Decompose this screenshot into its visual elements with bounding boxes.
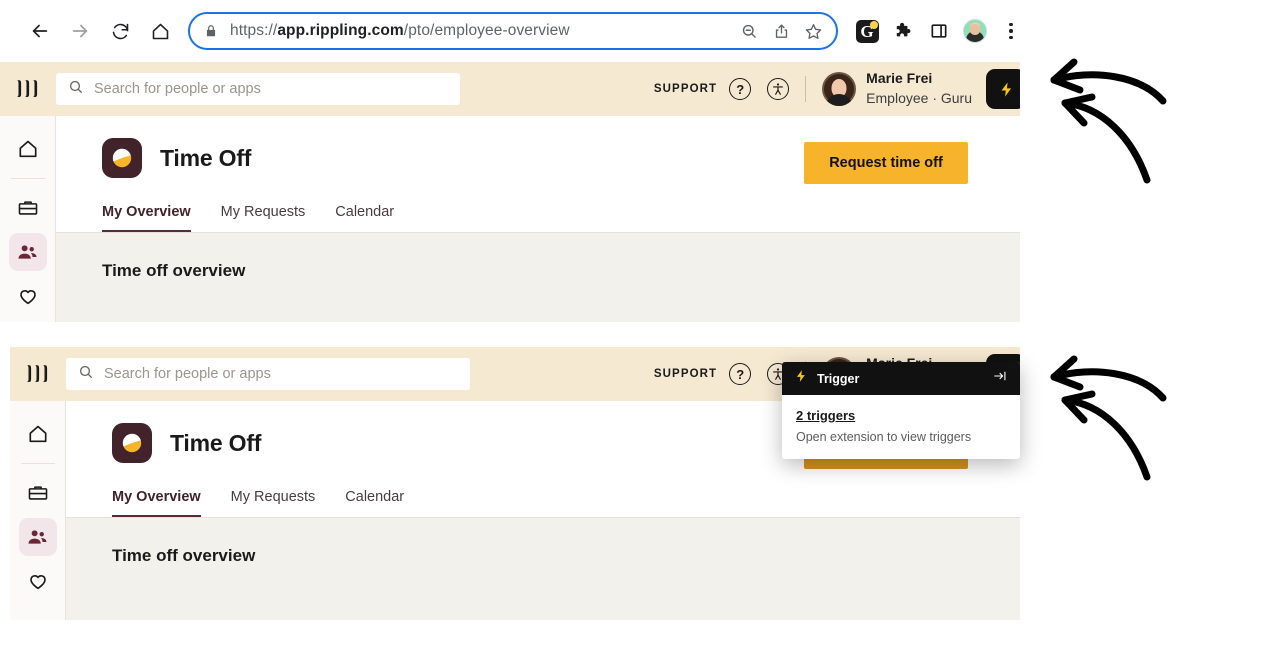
sidebar-divider-2 bbox=[20, 463, 55, 464]
three-dot-menu-icon[interactable] bbox=[996, 16, 1026, 46]
trigger-popover: Trigger 2 triggers Open extension to vie… bbox=[782, 362, 1020, 459]
sidebar-divider bbox=[10, 178, 45, 179]
address-bar[interactable]: https://app.rippling.com/pto/employee-ov… bbox=[188, 12, 838, 50]
annotation-arrows-bottom bbox=[1050, 355, 1167, 481]
grammarly-extension-icon[interactable]: G bbox=[852, 16, 882, 46]
tab-calendar[interactable]: Calendar bbox=[335, 204, 394, 232]
back-icon[interactable] bbox=[20, 11, 60, 51]
grammarly-badge-dot bbox=[869, 20, 878, 29]
arrowhead-3b bbox=[1050, 373, 1084, 391]
tab-my-requests[interactable]: My Requests bbox=[221, 204, 306, 232]
arrowhead-2 bbox=[1061, 93, 1096, 107]
popover-subtitle: Open extension to view triggers bbox=[796, 430, 972, 444]
sidebar-item-people[interactable] bbox=[8, 233, 47, 271]
arrowhead-4 bbox=[1061, 390, 1096, 404]
accessibility-icon[interactable] bbox=[767, 78, 790, 100]
beach-ball-icon bbox=[102, 138, 142, 178]
url-domain: app.rippling.com bbox=[277, 22, 404, 39]
header-divider bbox=[805, 76, 807, 102]
page-title: Time Off bbox=[160, 144, 252, 171]
request-time-off-button[interactable]: Request time off bbox=[804, 142, 968, 184]
search-icon-2 bbox=[78, 364, 94, 385]
tab-my-overview-2[interactable]: My Overview bbox=[112, 489, 201, 517]
annotation-arrows-top bbox=[1050, 58, 1167, 184]
popover-title: Trigger bbox=[817, 371, 860, 386]
arrowhead-1 bbox=[1050, 58, 1078, 84]
rippling-logo[interactable] bbox=[0, 79, 56, 99]
time-off-overview-section-2: Time off overview bbox=[66, 518, 1020, 620]
question-mark-icon[interactable]: ? bbox=[729, 78, 752, 100]
tab-to-end-icon[interactable] bbox=[992, 369, 1008, 388]
curved-arrow-pointing-left-2 bbox=[1061, 99, 1151, 184]
support-label-2[interactable]: SUPPORT bbox=[654, 368, 717, 380]
reload-icon[interactable] bbox=[100, 11, 140, 51]
trigger-extension-button[interactable] bbox=[986, 69, 1020, 109]
arrowhead-3 bbox=[1050, 355, 1078, 381]
forward-icon[interactable] bbox=[60, 11, 100, 51]
arrowhead-2b bbox=[1061, 99, 1088, 127]
app-sidebar-1 bbox=[0, 116, 56, 322]
sidebar-item-home-2[interactable] bbox=[19, 415, 57, 453]
zoom-out-icon[interactable] bbox=[734, 16, 764, 46]
arrowhead-1b bbox=[1050, 76, 1084, 94]
page-tabs-1: My Overview My Requests Calendar bbox=[56, 178, 1020, 233]
curved-arrow-pointing-left-3 bbox=[1050, 368, 1167, 402]
search-icon bbox=[68, 79, 84, 100]
popover-header: Trigger bbox=[782, 362, 1020, 395]
app-sidebar-2 bbox=[10, 401, 66, 620]
avatar[interactable] bbox=[822, 72, 857, 106]
lightning-bolt-icon bbox=[794, 369, 808, 388]
screenshot-canvas: https://app.rippling.com/pto/employee-ov… bbox=[0, 0, 1280, 650]
section-heading-2: Time off overview bbox=[112, 546, 256, 565]
page-title-2: Time Off bbox=[170, 429, 262, 456]
side-panel-icon[interactable] bbox=[924, 16, 954, 46]
triggers-count-link[interactable]: 2 triggers bbox=[796, 408, 1006, 423]
arrowhead-4b bbox=[1061, 396, 1088, 424]
home-icon[interactable] bbox=[140, 11, 180, 51]
tab-my-overview[interactable]: My Overview bbox=[102, 204, 191, 232]
user-role: Employee · Guru bbox=[866, 90, 972, 106]
app-header-right-1: SUPPORT ? Marie Frei Employee · Guru bbox=[654, 62, 1020, 116]
omnibox-actions bbox=[734, 16, 828, 46]
url-path: /pto/employee-overview bbox=[403, 22, 570, 39]
puzzle-piece-icon[interactable] bbox=[888, 16, 918, 46]
section-heading: Time off overview bbox=[102, 261, 246, 280]
browser-extension-icons: G bbox=[852, 16, 1026, 46]
rippling-logo-2[interactable] bbox=[10, 364, 66, 384]
curved-arrow-pointing-left-1 bbox=[1050, 71, 1167, 105]
chrome-profile-avatar[interactable] bbox=[960, 16, 990, 46]
tab-calendar-2[interactable]: Calendar bbox=[345, 489, 404, 517]
sidebar-item-benefits-2[interactable] bbox=[19, 562, 57, 600]
support-label[interactable]: SUPPORT bbox=[654, 83, 717, 95]
sidebar-item-benefits[interactable] bbox=[9, 277, 47, 315]
search-input-2[interactable]: Search for people or apps bbox=[66, 358, 470, 390]
url-text: https://app.rippling.com/pto/employee-ov… bbox=[230, 22, 734, 40]
sidebar-item-work-2[interactable] bbox=[19, 474, 57, 512]
app-content-1: Time Off Request time off My Overview My… bbox=[56, 116, 1020, 322]
sidebar-item-work[interactable] bbox=[9, 189, 47, 227]
sidebar-item-home[interactable] bbox=[9, 130, 47, 168]
curved-arrow-pointing-left-4 bbox=[1061, 396, 1151, 481]
search-input[interactable]: Search for people or apps bbox=[56, 73, 460, 105]
browser-toolbar: https://app.rippling.com/pto/employee-ov… bbox=[0, 0, 1027, 62]
app-header-1: Search for people or apps SUPPORT ? Mari… bbox=[0, 62, 1020, 116]
page-tabs-2: My Overview My Requests Calendar bbox=[66, 463, 1020, 518]
user-name: Marie Frei bbox=[866, 70, 933, 86]
app-body-1: Time Off Request time off My Overview My… bbox=[0, 116, 1020, 322]
search-placeholder-2: Search for people or apps bbox=[104, 366, 271, 382]
sidebar-item-people-2[interactable] bbox=[18, 518, 57, 556]
user-info[interactable]: Marie Frei Employee · Guru bbox=[866, 69, 972, 109]
popover-body: 2 triggers Open extension to view trigge… bbox=[782, 395, 1020, 459]
question-mark-icon-2[interactable]: ? bbox=[729, 363, 752, 385]
lock-icon bbox=[204, 23, 220, 39]
browser-nav-buttons bbox=[0, 11, 180, 51]
rippling-panel-before: Search for people or apps SUPPORT ? Mari… bbox=[0, 62, 1020, 322]
star-icon[interactable] bbox=[798, 16, 828, 46]
tab-my-requests-2[interactable]: My Requests bbox=[231, 489, 316, 517]
share-icon[interactable] bbox=[766, 16, 796, 46]
beach-ball-icon-2 bbox=[112, 423, 152, 463]
time-off-overview-section-1: Time off overview bbox=[56, 233, 1020, 322]
search-placeholder: Search for people or apps bbox=[94, 81, 261, 97]
url-prefix: https:// bbox=[230, 22, 278, 39]
